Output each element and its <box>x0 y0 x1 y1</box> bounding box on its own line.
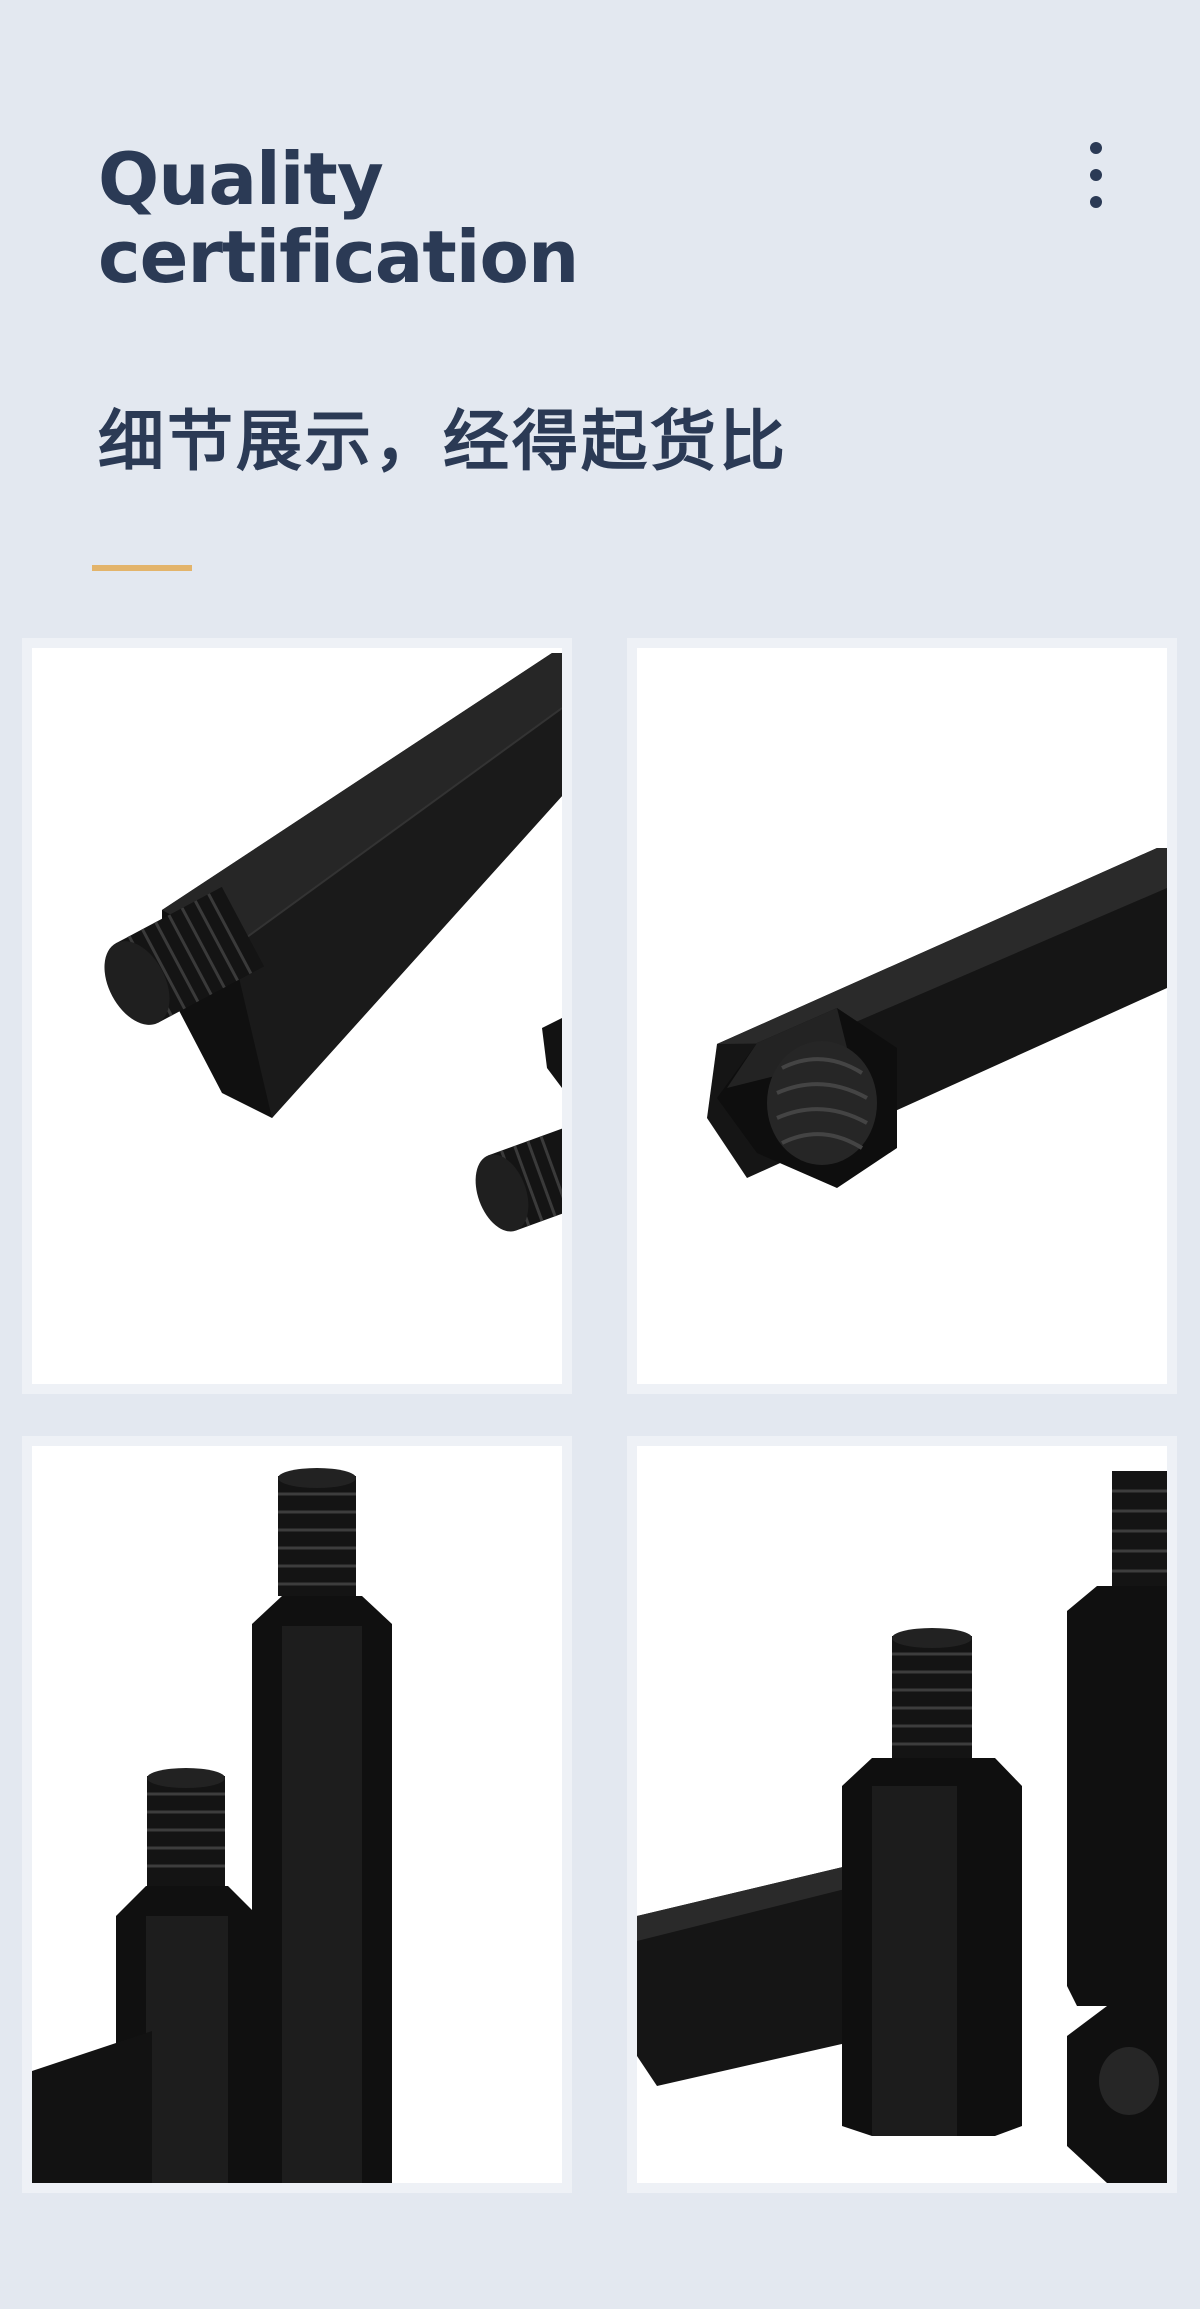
menu-dot <box>1090 142 1102 154</box>
standoffs-upright-image <box>32 1446 562 2183</box>
accent-divider <box>92 565 192 571</box>
page-title: Quality certification <box>98 137 579 299</box>
product-photo-2 <box>627 638 1177 1394</box>
product-photo-1 <box>22 638 572 1394</box>
menu-dot <box>1090 169 1102 181</box>
title-line-2: certification <box>98 215 579 299</box>
title-line-1: Quality <box>98 137 384 221</box>
section-subtitle: 细节展示，经得起货比 <box>98 403 788 480</box>
standoffs-group-image <box>637 1446 1167 2183</box>
product-photo-4 <box>627 1436 1177 2193</box>
more-vertical-icon[interactable] <box>1086 142 1106 212</box>
standoff-female-thread-image <box>637 648 1167 1384</box>
menu-dot <box>1090 196 1102 208</box>
standoff-male-thread-image <box>32 648 562 1384</box>
product-photo-3 <box>22 1436 572 2193</box>
